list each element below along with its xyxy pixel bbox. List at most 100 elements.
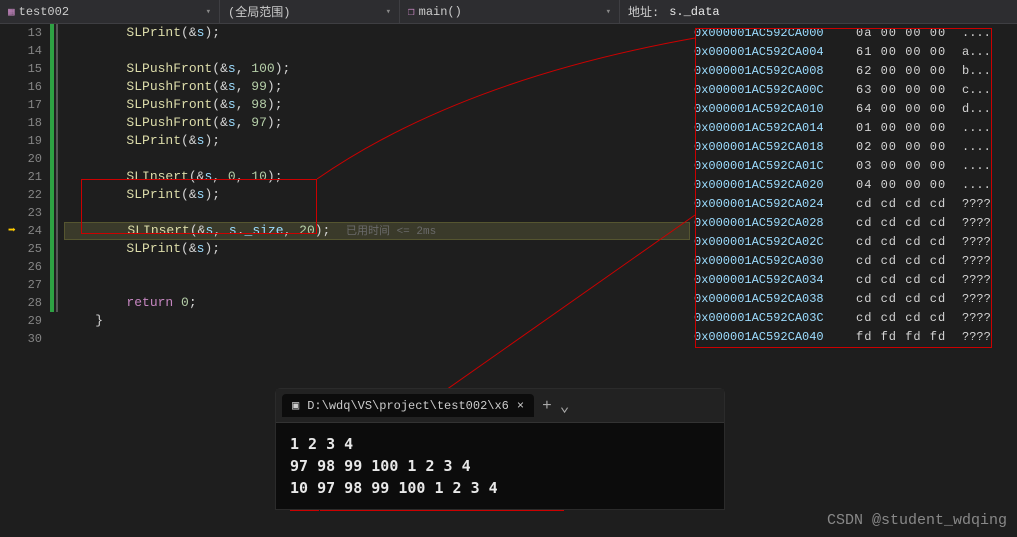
add-tab-button[interactable]: + [542,397,552,415]
terminal-tab-title: D:\wdq\VS\project\test002\x6 [307,399,509,413]
memory-row[interactable]: 0x000001AC592CA024cd cd cd cd???? [694,195,1017,214]
line-number: 16 [0,78,42,96]
memory-ascii: ???? [962,309,991,328]
memory-address: 0x000001AC592CA028 [694,214,842,233]
memory-bytes: cd cd cd cd [856,252,948,271]
terminal-window[interactable]: ▣ D:\wdq\VS\project\test002\x6 × + ⌄ 1 2… [275,388,725,510]
memory-ascii: ???? [962,271,991,290]
memory-panel[interactable]: 0x000001AC592CA0000a 00 00 00....0x00000… [690,24,1017,537]
memory-ascii: ???? [962,328,991,347]
file-dropdown[interactable]: ▦ test002 ▾ [0,0,220,23]
memory-row[interactable]: 0x000001AC592CA038cd cd cd cd???? [694,290,1017,309]
memory-address: 0x000001AC592CA004 [694,43,842,62]
line-number: 22 [0,186,42,204]
memory-bytes: 61 00 00 00 [856,43,948,62]
memory-address: 0x000001AC592CA034 [694,271,842,290]
code-line[interactable]: SLPrint(&s); [64,24,690,42]
memory-bytes: 64 00 00 00 [856,100,948,119]
line-number: 17 [0,96,42,114]
memory-bytes: 62 00 00 00 [856,62,948,81]
line-number: 29 [0,312,42,330]
file-icon: ▦ [8,5,15,19]
code-line[interactable]: SLPrint(&s); [64,132,690,150]
memory-bytes: 01 00 00 00 [856,119,948,138]
memory-row[interactable]: 0x000001AC592CA00C63 00 00 00c... [694,81,1017,100]
code-line[interactable] [64,258,690,276]
code-line[interactable]: SLPrint(&s); [64,240,690,258]
code-line[interactable]: SLPushFront(&s, 99); [64,78,690,96]
memory-row[interactable]: 0x000001AC592CA004 61 00 00 00 a... [694,43,1017,62]
memory-row[interactable]: 0x000001AC592CA02Ccd cd cd cd???? [694,233,1017,252]
memory-row[interactable]: 0x000001AC592CA034 cd cd cd cd???? [694,271,1017,290]
memory-address: 0x000001AC592CA020 [694,176,842,195]
memory-ascii: .... [962,157,991,176]
code-line[interactable]: SLPrint(&s); [64,186,690,204]
line-number: 20 [0,150,42,168]
code-line[interactable] [64,276,690,294]
line-number: 25 [0,240,42,258]
code-line[interactable]: SLInsert(&s, s._size, 20); 已用时间 <= 2ms [64,222,690,240]
close-icon[interactable]: × [517,399,524,413]
memory-row[interactable]: 0x000001AC592CA01C03 00 00 00.... [694,157,1017,176]
memory-row[interactable]: 0x000001AC592CA028cd cd cd cd???? [694,214,1017,233]
code-line[interactable] [64,204,690,222]
memory-row[interactable]: 0x000001AC592CA0000a 00 00 00.... [694,24,1017,43]
terminal-tab[interactable]: ▣ D:\wdq\VS\project\test002\x6 × [282,394,534,417]
memory-ascii: .... [962,176,991,195]
memory-address: 0x000001AC592CA000 [694,24,842,43]
memory-ascii: ???? [962,195,991,214]
memory-row[interactable]: 0x000001AC592CA010 64 00 00 00 d... [694,100,1017,119]
code-line[interactable]: return 0; [64,294,690,312]
memory-ascii: .... [962,138,991,157]
memory-row[interactable]: 0x000001AC592CA030 cd cd cd cd???? [694,252,1017,271]
memory-ascii: b... [962,62,991,81]
terminal-line: 97 98 99 100 1 2 3 4 [290,455,710,477]
memory-bytes: cd cd cd cd [856,271,948,290]
memory-row[interactable]: 0x000001AC592CA02004 00 00 00.... [694,176,1017,195]
watermark: CSDN @student_wdqing [827,512,1007,529]
code-line[interactable]: SLInsert(&s, 0, 10); [64,168,690,186]
memory-address: 0x000001AC592CA030 [694,252,842,271]
line-number: 14 [0,42,42,60]
memory-ascii: .... [962,119,991,138]
memory-address: 0x000001AC592CA010 [694,100,842,119]
chevron-down-icon: ▾ [606,7,611,17]
code-line[interactable]: } [64,312,690,330]
code-line[interactable]: SLPushFront(&s, 98); [64,96,690,114]
function-name: main() [419,5,462,19]
memory-row[interactable]: 0x000001AC592CA008 62 00 00 00 b... [694,62,1017,81]
line-number: 24➡ [0,222,42,240]
line-number: 27 [0,276,42,294]
line-number: 26 [0,258,42,276]
line-number: 19 [0,132,42,150]
address-label: 地址: [628,3,659,20]
line-number: 28 [0,294,42,312]
code-line[interactable]: SLPushFront(&s, 97); [64,114,690,132]
memory-address: 0x000001AC592CA040 [694,328,842,347]
line-number: 18 [0,114,42,132]
memory-ascii: c... [962,81,991,100]
line-number: 15 [0,60,42,78]
code-content[interactable]: SLPrint(&s); SLPushFront(&s, 100); SLPus… [50,24,690,348]
code-line[interactable]: SLPushFront(&s, 100); [64,60,690,78]
memory-address: 0x000001AC592CA008 [694,62,842,81]
memory-address: 0x000001AC592CA00C [694,81,842,100]
memory-ascii: ???? [962,252,991,271]
memory-row[interactable]: 0x000001AC592CA03Ccd cd cd cd???? [694,309,1017,328]
line-number: 13 [0,24,42,42]
memory-ascii: a... [962,43,991,62]
memory-row[interactable]: 0x000001AC592CA01401 00 00 00.... [694,119,1017,138]
memory-row[interactable]: 0x000001AC592CA040fd fd fd fd???? [694,328,1017,347]
memory-ascii: d... [962,100,991,119]
scope-dropdown[interactable]: (全局范围) ▾ [220,0,400,23]
code-line[interactable] [64,42,690,60]
line-number: 30 [0,330,42,348]
function-dropdown[interactable]: ❒ main() ▾ [400,0,620,23]
code-line[interactable] [64,150,690,168]
memory-row[interactable]: 0x000001AC592CA01802 00 00 00.... [694,138,1017,157]
address-input[interactable]: s._data [669,5,719,19]
code-line[interactable] [64,330,690,348]
tab-options-button[interactable]: ⌄ [560,396,570,416]
memory-address: 0x000001AC592CA024 [694,195,842,214]
memory-bytes: 03 00 00 00 [856,157,948,176]
